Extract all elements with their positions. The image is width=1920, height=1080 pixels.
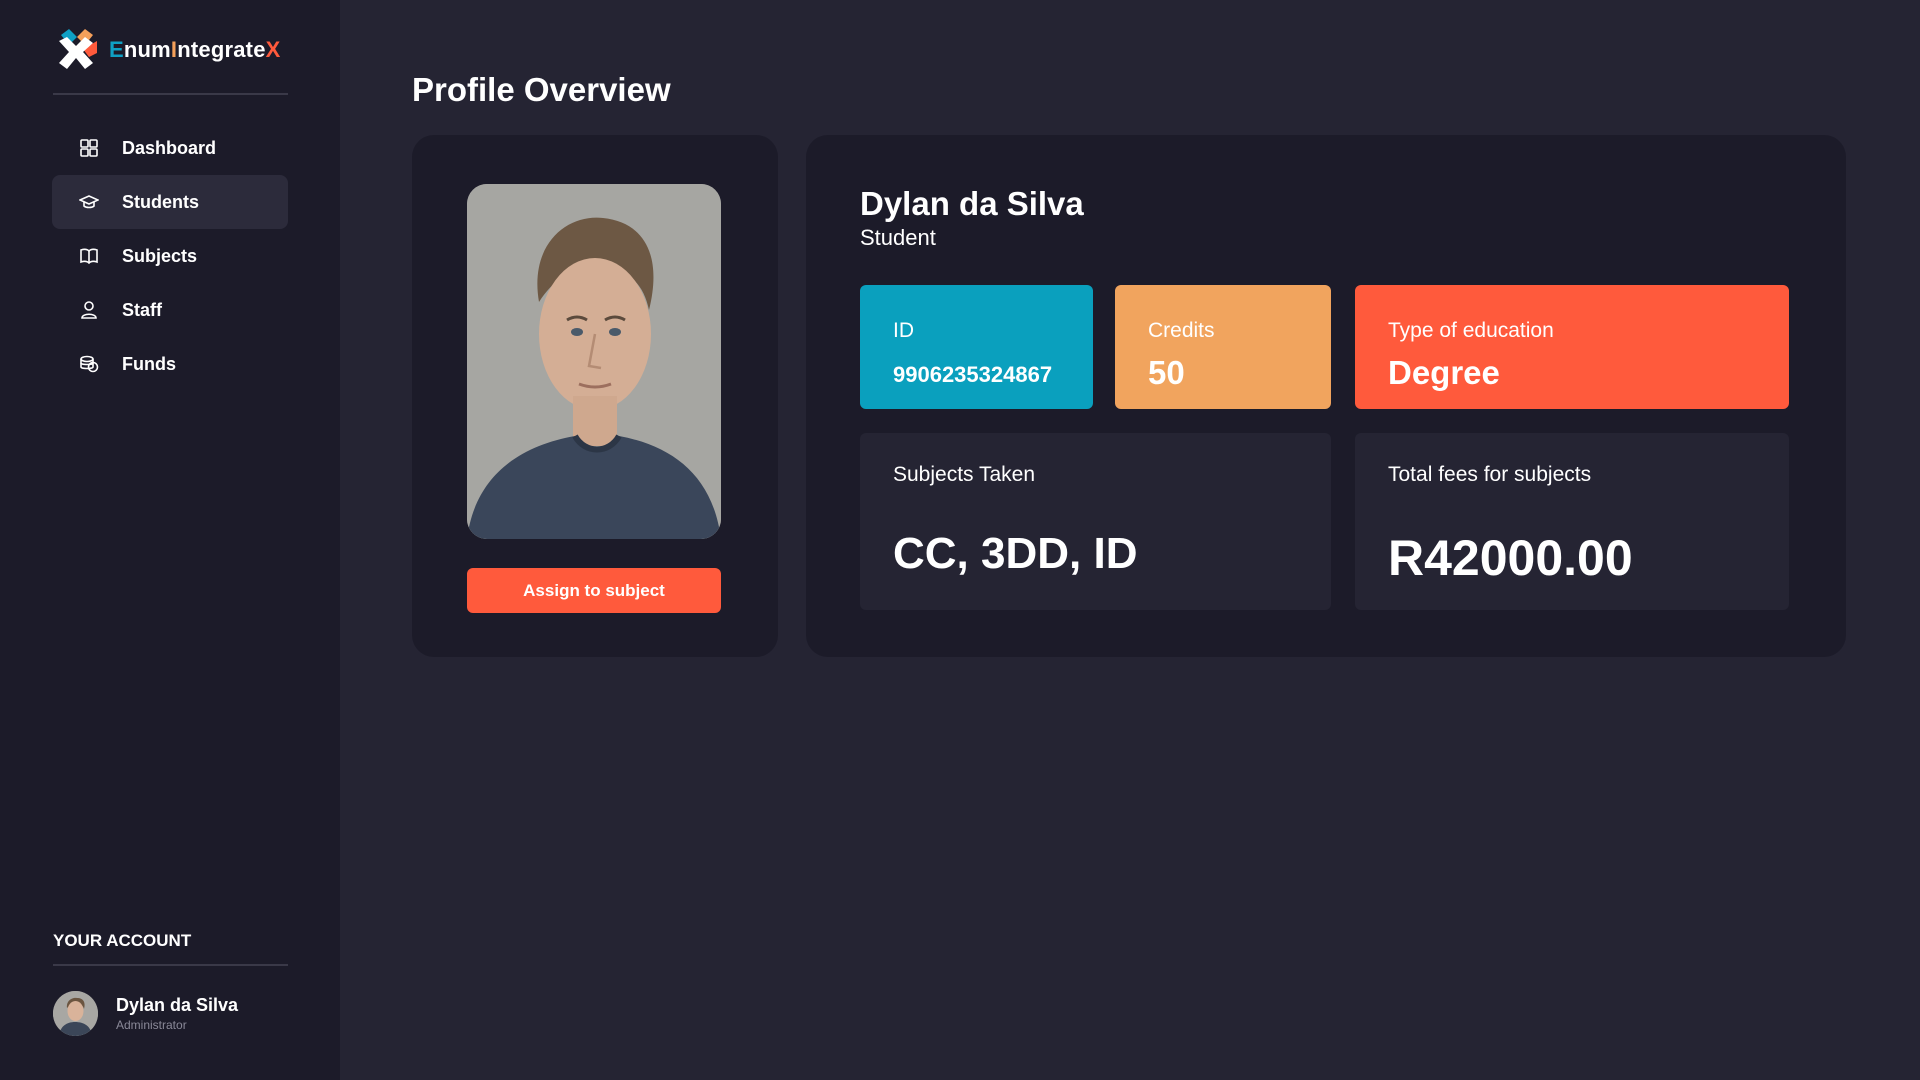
id-value: 9906235324867	[893, 362, 1053, 387]
graduation-cap-icon	[78, 191, 100, 213]
account-role: Administrator	[116, 1018, 187, 1032]
brand-part-num: num	[123, 37, 171, 62]
account-heading: YOUR ACCOUNT	[53, 931, 192, 950]
education-type-value: Degree	[1388, 354, 1500, 391]
brand-name: EnumIntegrateX	[109, 37, 281, 63]
sidebar-item-label: Subjects	[122, 245, 198, 266]
sidebar-item-funds[interactable]: Funds	[52, 337, 288, 391]
credits-tile: Credits 50	[1115, 285, 1331, 409]
sidebar-item-dashboard[interactable]: Dashboard	[52, 121, 288, 175]
coins-icon	[78, 353, 100, 375]
sidebar-item-label: Students	[122, 191, 200, 212]
account-card[interactable]: Dylan da Silva Administrator	[53, 991, 238, 1036]
logo-icon	[59, 29, 97, 69]
book-icon	[78, 245, 100, 267]
total-fees-tile: Total fees for subjects R42000.00	[1355, 433, 1789, 610]
assign-to-subject-button[interactable]: Assign to subject	[467, 568, 721, 613]
avatar[interactable]	[53, 991, 98, 1036]
sidebar-item-staff[interactable]: Staff	[52, 283, 288, 337]
profile-name: Dylan da Silva	[860, 185, 1084, 222]
grid-icon	[78, 137, 100, 159]
account-info: Dylan da Silva Administrator	[116, 995, 238, 1032]
total-fees-label: Total fees for subjects	[1388, 463, 1592, 486]
sidebar-item-students[interactable]: Students	[52, 175, 288, 229]
profile-role: Student	[860, 225, 936, 250]
brand-part-ntegrate: ntegrate	[177, 37, 266, 62]
id-tile: ID 9906235324867	[860, 285, 1093, 409]
subjects-taken-label: Subjects Taken	[893, 463, 1036, 486]
sidebar-item-label: Dashboard	[122, 137, 217, 158]
brand-part-e: E	[109, 37, 124, 62]
sidebar-item-label: Staff	[122, 299, 162, 320]
photo-card: Assign to subject	[412, 135, 778, 657]
user-icon	[78, 299, 100, 321]
brand-part-x: X	[265, 37, 281, 62]
sidebar-item-label: Funds	[122, 353, 176, 374]
app: EnumIntegrateX Dashboard Students Subjec…	[0, 0, 1920, 1080]
education-type-label: Type of education	[1388, 319, 1554, 342]
sidebar: EnumIntegrateX Dashboard Students Subjec…	[0, 0, 340, 1080]
subjects-taken-tile: Subjects Taken CC, 3DD, ID	[860, 433, 1331, 610]
account-name: Dylan da Silva	[116, 995, 239, 1015]
brand[interactable]: EnumIntegrateX	[53, 27, 281, 73]
credits-value: 50	[1148, 354, 1185, 391]
total-fees-value: R42000.00	[1388, 530, 1633, 586]
profile-photo	[467, 184, 721, 539]
education-type-tile: Type of education Degree	[1355, 285, 1789, 409]
sidebar-item-subjects[interactable]: Subjects	[52, 229, 288, 283]
profile-info-card: Dylan da Silva Student ID 9906235324867 …	[806, 135, 1846, 657]
sidebar-nav: Dashboard Students Subjects Staff Funds	[52, 121, 288, 391]
page-title: Profile Overview	[412, 71, 671, 108]
subjects-taken-value: CC, 3DD, ID	[893, 529, 1138, 578]
credits-label: Credits	[1148, 319, 1215, 342]
brand-divider	[53, 93, 288, 95]
account-divider	[53, 964, 288, 966]
id-label: ID	[893, 319, 914, 342]
